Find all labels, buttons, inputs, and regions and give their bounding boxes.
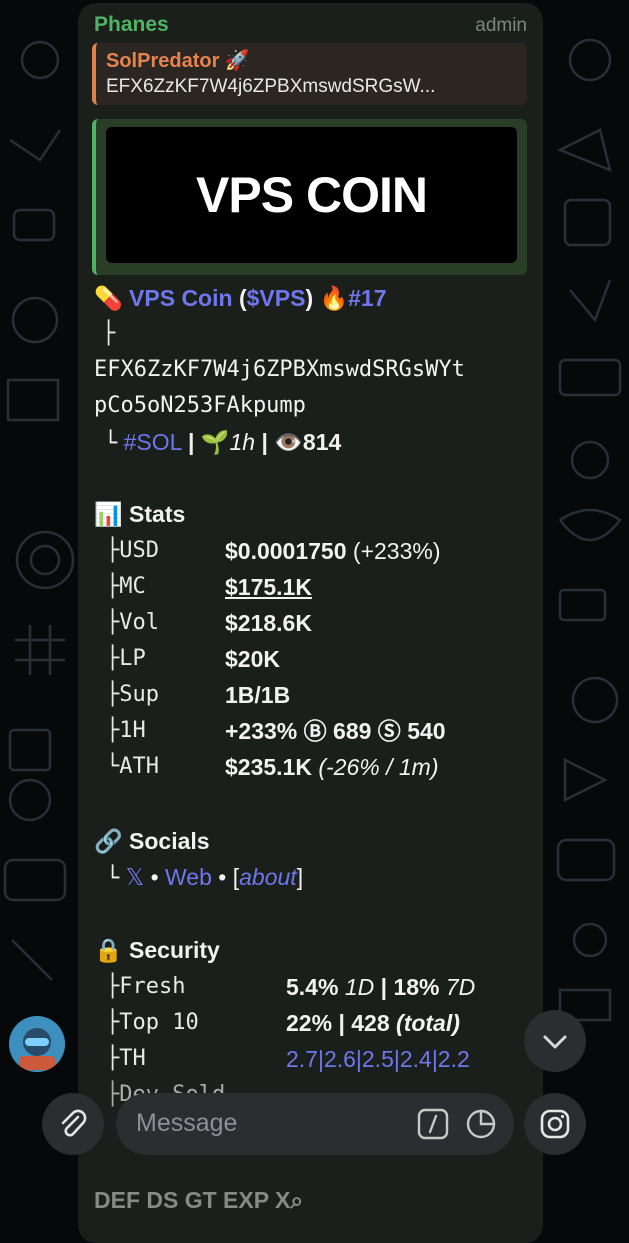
preview-image[interactable]: VPS COIN (106, 127, 517, 263)
message-header: Phanes admin (94, 13, 527, 41)
market-cap-link[interactable]: $175.1K (225, 570, 312, 604)
sender-name[interactable]: Phanes (94, 13, 169, 37)
token-age: 1h (229, 429, 256, 455)
reply-text: EFX6ZzKF7W4j6ZPBXmswdSRGsW... (106, 76, 436, 97)
contract-address-line1[interactable]: EFX6ZzKF7W4j6ZPBXmswdSRGsWYt (94, 353, 465, 387)
x-link[interactable]: 𝕏 (126, 864, 145, 890)
attach-button[interactable] (42, 1093, 104, 1155)
ticker-link[interactable]: $VPS (247, 285, 306, 311)
lock-icon: 🔒 (94, 937, 123, 963)
top-holder-links[interactable]: 2.7|2.6|2.5|2.4|2.2 (286, 1042, 470, 1076)
tree-end: └ (106, 866, 120, 891)
stats-value: 1B/1B (225, 682, 291, 708)
stats-row: ├Vol (106, 610, 159, 635)
socials-links: └ 𝕏 • Web • [about] (106, 860, 303, 896)
stats-heading: 📊 Stats (94, 497, 185, 531)
separator: | (188, 429, 195, 455)
stats-value: +233% Ⓑ 689 Ⓢ 540 (225, 718, 446, 744)
camera-button[interactable] (524, 1093, 586, 1155)
bottom-partial-line: DEF DS GT EXP X⌕ (94, 1187, 304, 1213)
ticker-paren-close: ) (305, 285, 314, 311)
paperclip-icon (61, 1109, 87, 1137)
message-input[interactable]: Message (116, 1093, 514, 1155)
stats-value: $235.1K (-26% / 1m) (225, 754, 439, 780)
contract-address-line2[interactable]: pCo5oN253FAkpump (94, 389, 306, 423)
web-link[interactable]: Web (165, 864, 212, 890)
chevron-down-icon (543, 1035, 567, 1049)
socials-heading: 🔗 Socials (94, 824, 210, 858)
token-meta-line: └ #SOL | 🌱1h | 👁️814 (104, 425, 341, 461)
socials-title: Socials (129, 828, 210, 854)
separator: | (261, 429, 268, 455)
bullet: • (218, 864, 227, 890)
view-count: 814 (302, 429, 342, 455)
tree-end: └ (104, 431, 118, 456)
stats-row: ├LP (106, 646, 146, 671)
stats-row: └ATH (106, 754, 159, 779)
reply-quote[interactable]: SolPredator 🚀 EFX6ZzKF7W4j6ZPBXmswdSRGsW… (92, 43, 527, 105)
security-title: Security (129, 937, 220, 963)
stats-row: ├USD (106, 538, 159, 563)
stats-value: $0.0001750 (+233%) (225, 538, 441, 564)
stats-row: ├MC (106, 574, 146, 599)
sprout-icon: 🌱 (200, 429, 230, 455)
ticker-paren-open: ( (238, 285, 247, 311)
security-row: ├Fresh (106, 974, 186, 999)
avatar-icon (9, 1016, 65, 1072)
rank-link[interactable]: #17 (348, 285, 386, 311)
pill-icon: 💊 (94, 285, 123, 311)
tree-branch: ├ (102, 321, 116, 346)
token-title: 💊 VPS Coin ($VPS) 🔥#17 (94, 281, 387, 315)
message-bubble[interactable]: Phanes admin SolPredator 🚀 EFX6ZzKF7W4j6… (78, 3, 543, 1243)
preview-image-text: VPS COIN (196, 167, 428, 223)
bracket: ] (296, 864, 304, 890)
sender-role: admin (475, 15, 527, 36)
scroll-down-button[interactable] (524, 1010, 586, 1072)
camera-icon (540, 1109, 570, 1139)
chain-link[interactable]: #SOL (124, 429, 182, 455)
stats-title: Stats (129, 501, 186, 527)
bar-chart-icon: 📊 (94, 501, 123, 527)
token-name-link[interactable]: VPS Coin (129, 285, 233, 311)
stats-value: $218.6K (225, 610, 312, 636)
fire-icon: 🔥 (319, 285, 349, 311)
security-row: ├TH (106, 1046, 146, 1071)
security-heading: 🔒 Security (94, 933, 220, 967)
stats-row: ├Sup (106, 682, 159, 707)
security-row: ├Top 10 (106, 1010, 199, 1035)
link-icon: 🔗 (94, 828, 123, 854)
bullet: • (150, 864, 159, 890)
commands-icon[interactable] (416, 1107, 450, 1141)
link-preview[interactable]: VPS COIN (92, 119, 527, 275)
stats-value: $20K (225, 646, 280, 672)
top10-values: 22% | 428 (total) (286, 1010, 460, 1036)
message-placeholder: Message (136, 1109, 238, 1137)
about-link[interactable]: about (239, 864, 297, 890)
bot-avatar[interactable] (9, 1016, 65, 1072)
stats-row: ├1H (106, 718, 146, 743)
reply-author: SolPredator 🚀 (106, 50, 250, 72)
eye-icon: 👁️ (274, 429, 303, 455)
sticker-icon[interactable] (464, 1107, 498, 1141)
fresh-values: 5.4% 1D | 18% 7D (286, 974, 476, 1000)
